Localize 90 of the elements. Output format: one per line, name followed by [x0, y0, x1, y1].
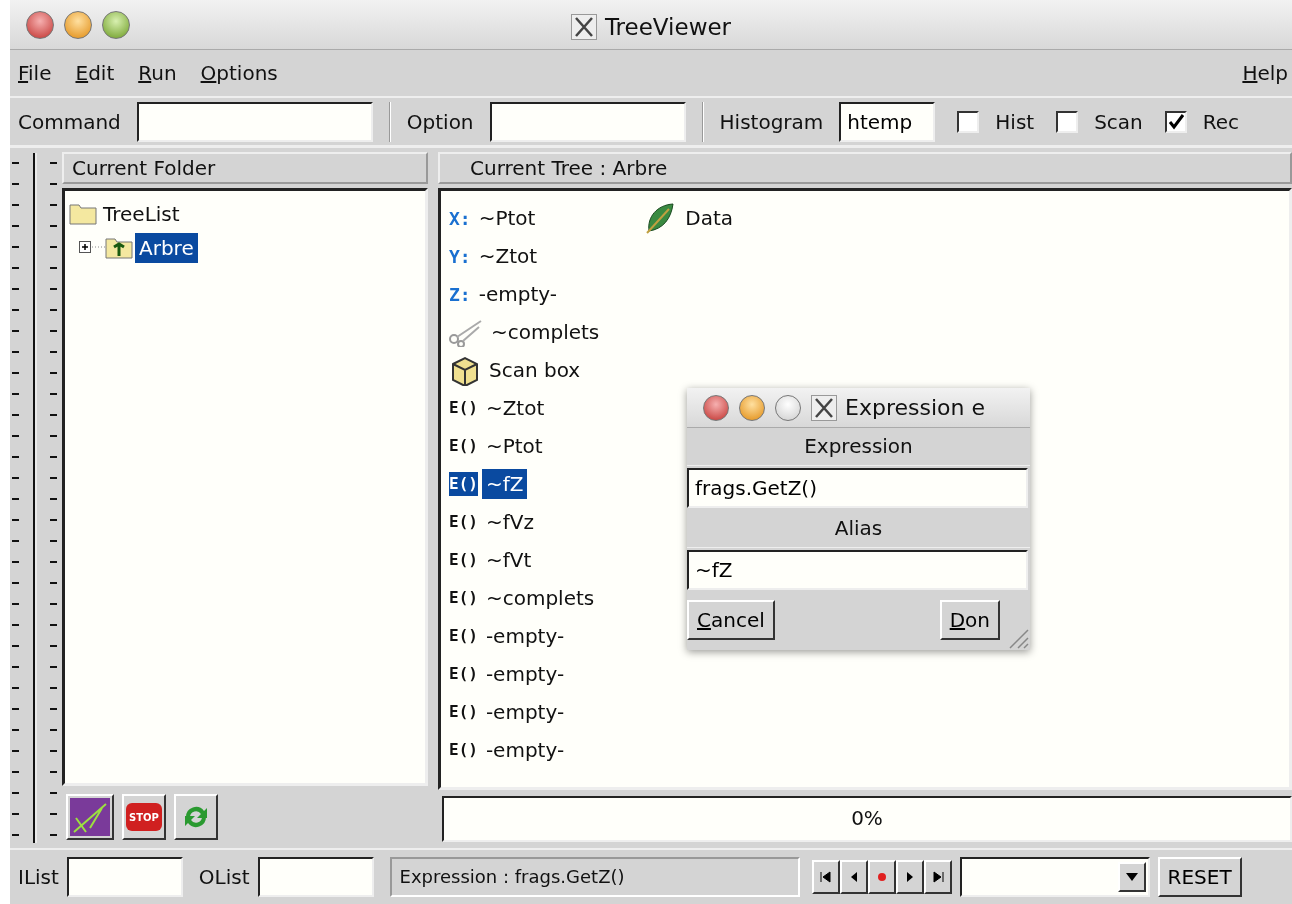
- tree-entry[interactable]: ~Ptot: [474, 203, 540, 233]
- done-button[interactable]: Don: [939, 600, 1000, 640]
- expression-icon: E(): [449, 510, 478, 534]
- tree-entry[interactable]: -empty-: [481, 659, 569, 689]
- checkbox-label: Rec: [1202, 108, 1240, 136]
- tree-entry[interactable]: -empty-: [481, 697, 569, 727]
- expression-icon: E(): [449, 434, 478, 458]
- caret-icon: [1124, 872, 1139, 882]
- expression-icon: E(): [449, 396, 478, 420]
- first-icon: [818, 870, 833, 884]
- last-button[interactable]: [923, 860, 952, 894]
- command-field[interactable]: [136, 101, 373, 142]
- data-item[interactable]: Data: [685, 203, 734, 233]
- menu-item[interactable]: Edit: [75, 58, 115, 88]
- checkbox[interactable]: [1164, 110, 1187, 133]
- previous-button[interactable]: [839, 860, 868, 894]
- status-message: Expression : frags.GetZ(): [389, 857, 800, 897]
- menu-item[interactable]: Options: [200, 58, 278, 88]
- field-label: OList: [198, 864, 250, 891]
- ilist-field[interactable]: [66, 857, 183, 897]
- expand-icon[interactable]: [79, 241, 105, 255]
- tree-entry[interactable]: ~fZ: [481, 469, 528, 499]
- checkbox[interactable]: [1056, 110, 1079, 133]
- field-label: Command: [18, 108, 121, 136]
- checkbox-label: Hist: [995, 108, 1035, 136]
- tree-entry[interactable]: -empty-: [481, 735, 569, 765]
- tree-entry[interactable]: ~Ztot: [474, 241, 542, 271]
- x-logo-icon: [570, 14, 597, 41]
- reset-button[interactable]: RESET: [1157, 857, 1242, 897]
- menu-item[interactable]: Run: [138, 58, 177, 88]
- next-button[interactable]: [895, 860, 924, 894]
- draw-button[interactable]: [66, 794, 114, 840]
- checkbox[interactable]: [957, 110, 980, 133]
- section-header: Alias: [687, 510, 1030, 548]
- axis-label: Y:: [449, 244, 471, 269]
- section-header: Expression: [687, 428, 1030, 466]
- refresh-button[interactable]: [174, 794, 218, 840]
- histogram-field[interactable]: htemp: [839, 101, 936, 142]
- tree-entry[interactable]: ~Ptot: [481, 431, 547, 461]
- expression-icon: E(): [449, 472, 478, 496]
- field-label: Option: [406, 108, 474, 136]
- plot-icon: [70, 798, 110, 836]
- tree-entry[interactable]: -empty-: [481, 621, 569, 651]
- expression-icon: E(): [449, 738, 478, 762]
- expression-icon: E(): [449, 586, 478, 610]
- field-label: Histogram: [719, 108, 824, 136]
- stop-sign: STOP: [126, 803, 162, 831]
- scissors-icon: [449, 317, 483, 347]
- panel-header: Current Tree : Arbre: [438, 152, 1292, 184]
- record-button[interactable]: [867, 860, 896, 894]
- checkbox-label: Scan: [1094, 108, 1143, 136]
- minimize-button[interactable]: [64, 10, 92, 39]
- tree-item[interactable]: Arbre: [135, 233, 198, 263]
- tree-entry[interactable]: -empty-: [474, 279, 561, 309]
- window-title: TreeViewer: [604, 13, 732, 42]
- cancel-button[interactable]: Cancel: [687, 600, 775, 640]
- tree-entry[interactable]: ~complets: [481, 583, 599, 613]
- expression-icon: E(): [449, 624, 478, 648]
- tree-entry[interactable]: Scan box: [485, 355, 585, 385]
- menu-item[interactable]: Help: [1242, 58, 1288, 88]
- alias-field[interactable]: ~fZ: [687, 550, 1028, 590]
- expression-icon: E(): [449, 662, 478, 686]
- checkmark-icon: [1166, 112, 1185, 131]
- field-label: IList: [18, 864, 59, 891]
- zoom-button[interactable]: [775, 394, 801, 421]
- tree-entry[interactable]: ~complets: [487, 317, 604, 347]
- axis-label: Z:: [449, 282, 471, 307]
- x-logo-icon: [811, 394, 837, 421]
- tree-entry[interactable]: ~fVz: [481, 507, 538, 537]
- dialog-title: Expression e: [845, 394, 985, 422]
- olist-field[interactable]: [257, 857, 374, 897]
- box-icon: [449, 354, 481, 386]
- expression-field[interactable]: frags.GetZ(): [687, 468, 1028, 508]
- last-icon: [930, 870, 945, 884]
- stop-button[interactable]: STOP: [122, 794, 166, 840]
- option-field[interactable]: [489, 101, 686, 142]
- tree-entry[interactable]: ~fVt: [481, 545, 536, 575]
- menu-item[interactable]: File: [18, 58, 52, 88]
- dropdown[interactable]: [959, 857, 1150, 897]
- first-button[interactable]: [811, 860, 840, 894]
- expression-icon: E(): [449, 548, 478, 572]
- expression-icon: E(): [449, 700, 478, 724]
- tree-entry[interactable]: ~Ztot: [481, 393, 549, 423]
- zoom-button[interactable]: [102, 10, 130, 39]
- tree-item[interactable]: TreeList: [99, 199, 184, 229]
- axis-label: X:: [449, 206, 471, 231]
- close-button[interactable]: [26, 10, 54, 39]
- minimize-button[interactable]: [739, 394, 765, 421]
- close-button[interactable]: [703, 394, 729, 421]
- panel-header: Current Folder: [62, 152, 428, 184]
